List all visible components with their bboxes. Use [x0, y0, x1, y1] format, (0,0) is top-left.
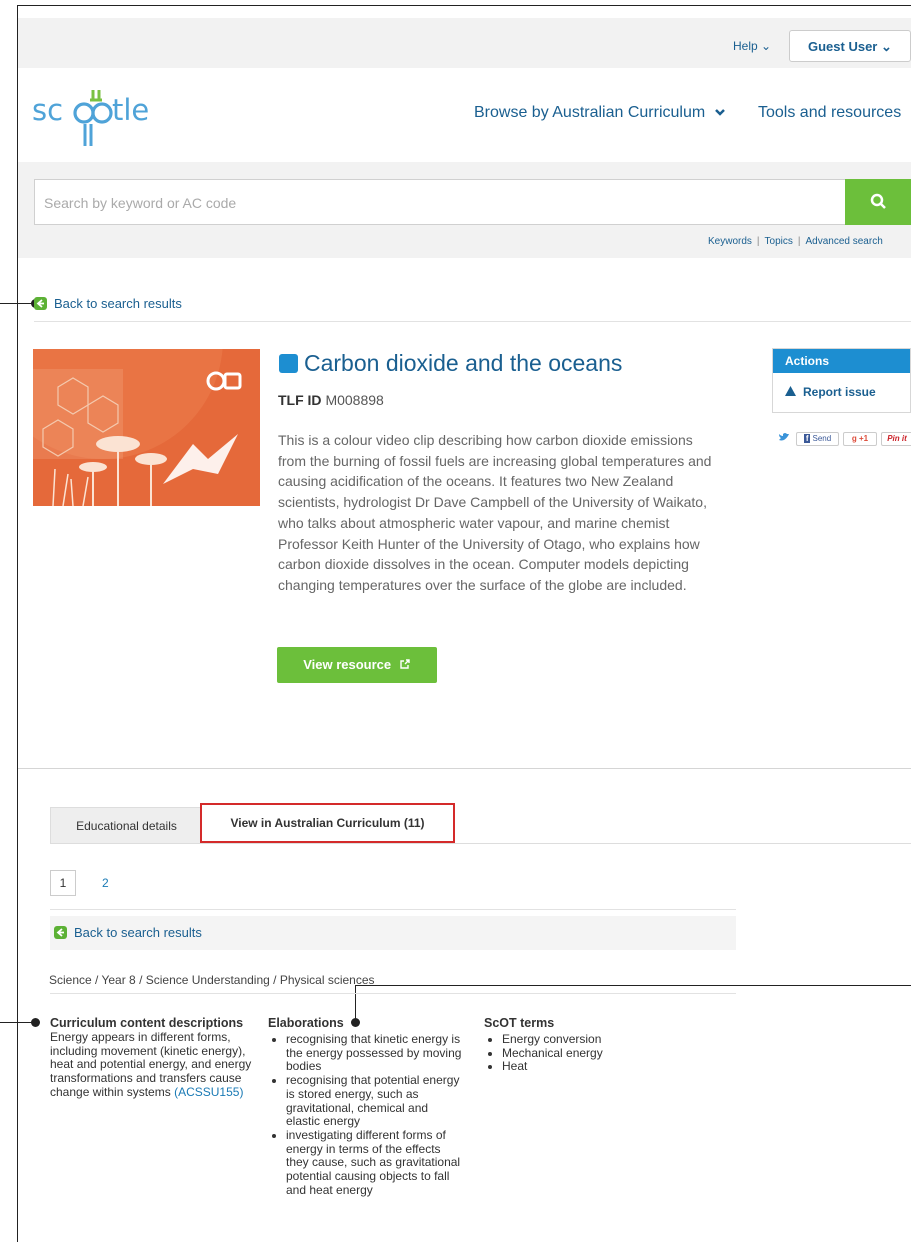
scot-term: Mechanical energy [502, 1046, 684, 1061]
search-input[interactable]: Search by keyword or AC code [34, 179, 846, 225]
content-description-column: Curriculum content descriptions Energy a… [50, 1016, 254, 1100]
frame-dot-2 [31, 1018, 40, 1027]
help-menu[interactable]: Help ⌄ [733, 39, 771, 53]
search-links: Keywords | Topics | Advanced search [708, 236, 883, 247]
actions-panel: Actions Report issue [772, 348, 911, 413]
search-button[interactable] [845, 179, 911, 225]
tlf-id-value: M008898 [325, 392, 384, 408]
section-divider [18, 768, 911, 769]
scot-term: Energy conversion [502, 1032, 684, 1047]
elaborations-column: Elaborations recognising that kinetic en… [268, 1016, 464, 1197]
external-link-icon [400, 659, 410, 669]
tab-view-in-curriculum[interactable]: View in Australian Curriculum (11) [200, 803, 455, 843]
twitter-icon [779, 433, 789, 441]
back-to-results-label: Back to search results [54, 296, 182, 311]
view-resource-label: View resource [303, 657, 392, 672]
frame-top-line [18, 5, 911, 6]
google-plus-label: +1 [858, 434, 869, 443]
svg-text:tle: tle [112, 93, 149, 127]
report-issue-label: Report issue [803, 385, 876, 399]
back-to-results-label-2: Back to search results [74, 925, 202, 940]
scot-terms-column: ScOT terms Energy conversion Mechanical … [484, 1016, 684, 1074]
warning-icon [785, 386, 796, 396]
top-bar [18, 18, 911, 68]
resource-thumbnail [33, 349, 260, 506]
search-icon [870, 193, 886, 209]
elaborations-heading: Elaborations [268, 1016, 344, 1030]
back-arrow-icon [54, 926, 67, 939]
scot-term: Heat [502, 1060, 684, 1074]
twitter-button[interactable] [774, 432, 794, 446]
elaboration-item: investigating different forms of energy … [286, 1128, 464, 1198]
divider [34, 321, 911, 322]
report-issue-link[interactable]: Report issue [773, 373, 910, 399]
facebook-send-button[interactable]: f Send [796, 432, 839, 446]
back-arrow-icon [34, 297, 47, 310]
content-description-heading: Curriculum content descriptions [50, 1016, 244, 1030]
tools-resources-menu[interactable]: Tools and resources [758, 104, 901, 122]
tab-educational-details[interactable]: Educational details [50, 807, 203, 844]
tab-underline [50, 843, 911, 844]
scootle-logo[interactable]: sc tle [32, 80, 152, 150]
elaboration-item: recognising that kinetic energy is the e… [286, 1032, 464, 1074]
pagination-divider [50, 909, 736, 910]
chevron-down-icon [714, 109, 725, 116]
topics-link[interactable]: Topics [765, 236, 793, 247]
guest-user-menu[interactable]: Guest User ⌄ [789, 30, 911, 62]
svg-text:sc: sc [32, 93, 63, 127]
browse-curriculum-label: Browse by Australian Curriculum [474, 104, 706, 121]
resource-description: This is a colour video clip describing h… [278, 432, 712, 593]
facebook-send-label: Send [812, 434, 832, 443]
advanced-search-link[interactable]: Advanced search [805, 236, 882, 247]
tlf-id: TLF ID M008898 [278, 392, 384, 408]
resource-title: Carbon dioxide and the oceans [279, 350, 622, 377]
breadcrumb-divider [50, 993, 736, 994]
page-2-link[interactable]: 2 [102, 876, 109, 890]
pinterest-button[interactable]: Pin it [881, 432, 911, 446]
browse-curriculum-menu[interactable]: Browse by Australian Curriculum [474, 104, 726, 122]
tlf-id-label: TLF ID [278, 392, 322, 408]
view-resource-button[interactable]: View resource [277, 647, 437, 683]
back-to-results-link[interactable]: Back to search results [34, 296, 182, 311]
google-plus-button[interactable]: g +1 [843, 432, 877, 446]
resource-title-text: Carbon dioxide and the oceans [304, 350, 623, 376]
elaboration-item: recognising that potential energy is sto… [286, 1073, 464, 1129]
frame-pointer-3h [356, 985, 911, 986]
actions-heading: Actions [773, 349, 910, 373]
keywords-link[interactable]: Keywords [708, 236, 752, 247]
scot-terms-heading: ScOT terms [484, 1016, 555, 1030]
acssu155-link[interactable]: (ACSSU155) [174, 1085, 243, 1099]
video-icon [279, 354, 298, 373]
curriculum-breadcrumb: Science / Year 8 / Science Understanding… [49, 973, 375, 987]
page-1-button[interactable]: 1 [50, 870, 76, 896]
back-to-results-link-2[interactable]: Back to search results [54, 925, 202, 940]
